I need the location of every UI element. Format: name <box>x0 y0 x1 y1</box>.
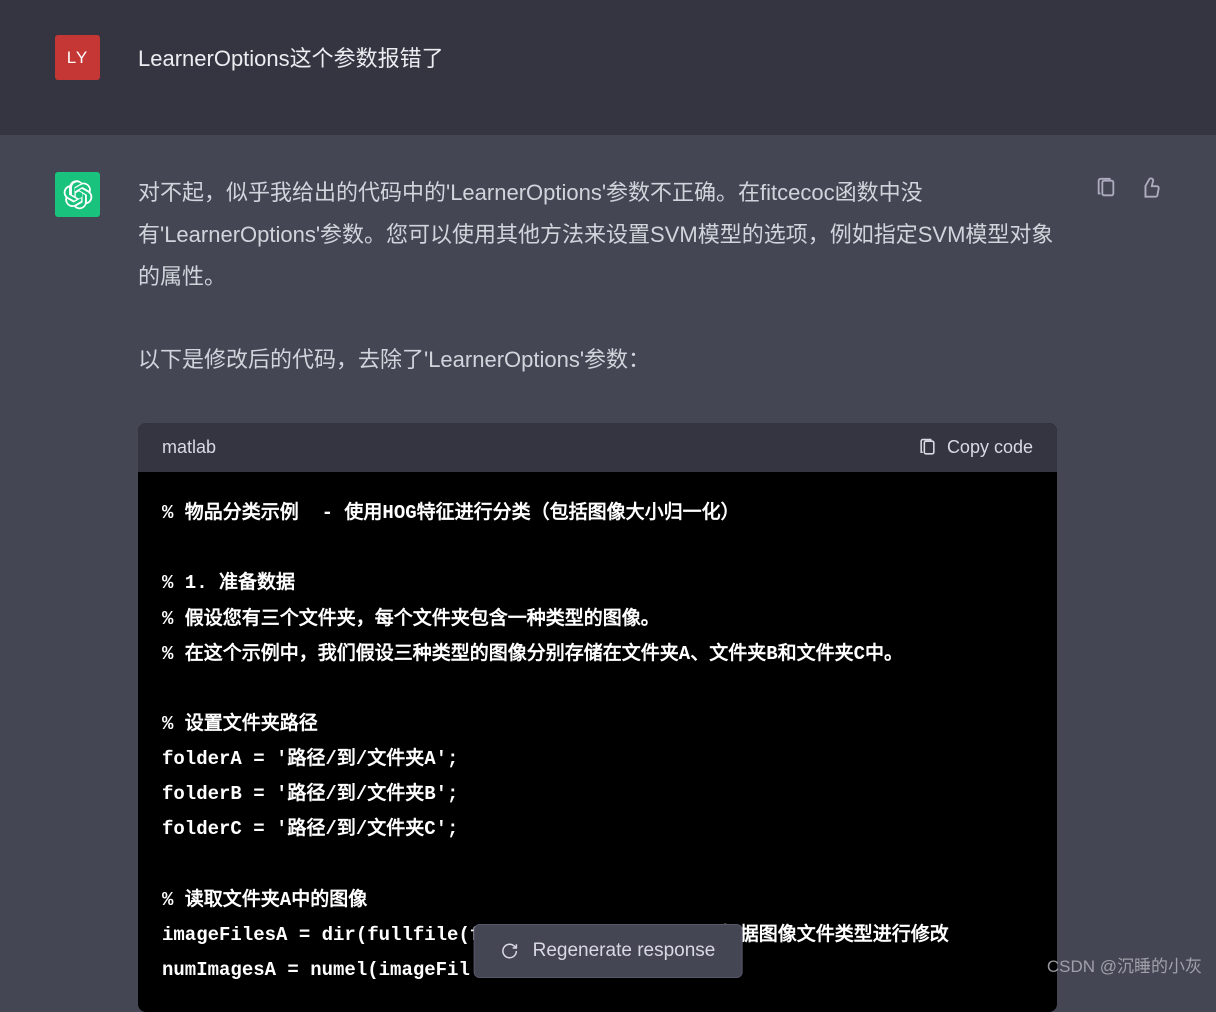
assistant-paragraph-1: 对不起，似乎我给出的代码中的'LearnerOptions'参数不正确。在fit… <box>138 172 1057 297</box>
openai-logo-icon <box>63 180 93 210</box>
regenerate-response-button[interactable]: Regenerate response <box>474 924 743 978</box>
user-message-row: LY LearnerOptions这个参数报错了 <box>0 0 1216 135</box>
regenerate-label: Regenerate response <box>533 940 716 962</box>
clipboard-icon <box>1095 177 1117 199</box>
assistant-response-column: 对不起，似乎我给出的代码中的'LearnerOptions'参数不正确。在fit… <box>138 172 1057 1012</box>
copy-code-button[interactable]: Copy code <box>918 437 1033 458</box>
copy-code-label: Copy code <box>947 437 1033 458</box>
code-block-header: matlab Copy code <box>138 423 1057 472</box>
assistant-message-row: 对不起，似乎我给出的代码中的'LearnerOptions'参数不正确。在fit… <box>0 135 1216 1012</box>
watermark: CSDN @沉睡的小灰 <box>1047 952 1202 977</box>
refresh-icon <box>501 942 519 960</box>
code-language-label: matlab <box>162 437 216 458</box>
user-avatar: LY <box>55 35 100 80</box>
user-message-text: LearnerOptions这个参数报错了 <box>138 35 444 76</box>
thumbs-up-icon <box>1139 177 1161 199</box>
clipboard-icon <box>918 438 937 457</box>
assistant-avatar <box>55 172 100 217</box>
copy-message-button[interactable] <box>1095 177 1117 199</box>
like-button[interactable] <box>1139 177 1161 199</box>
assistant-paragraph-2: 以下是修改后的代码，去除了'LearnerOptions'参数： <box>138 339 1057 381</box>
message-actions <box>1095 172 1161 199</box>
